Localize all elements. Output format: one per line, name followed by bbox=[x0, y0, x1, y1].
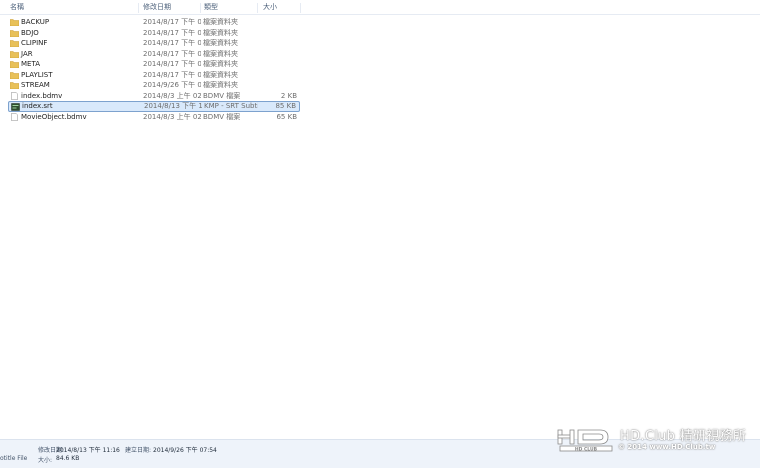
subtitle-file-icon bbox=[11, 103, 20, 111]
file-name: MovieObject.bdmv bbox=[21, 113, 87, 121]
size-label: 大小: bbox=[38, 457, 53, 464]
column-header-size[interactable]: 大小 bbox=[263, 3, 301, 13]
file-date: 2014/8/3 上午 02... bbox=[143, 113, 201, 121]
file-name: BDJO bbox=[21, 28, 39, 37]
column-header-bar: 名稱 修改日期 類型 大小 bbox=[0, 0, 760, 15]
folder-icon bbox=[10, 61, 19, 68]
file-type: 檔案資料夾 bbox=[203, 60, 238, 68]
list-item[interactable]: MovieObject.bdmv 2014/8/3 上午 02... BDMV … bbox=[8, 112, 300, 122]
file-date: 2014/8/3 上午 02... bbox=[143, 91, 201, 100]
file-type-text: otitle File bbox=[0, 455, 28, 462]
file-date: 2014/9/26 下午 0... bbox=[143, 81, 201, 89]
modified-value[interactable]: 2014/8/13 下午 11:16 bbox=[56, 445, 120, 454]
file-type: 檔案資料夾 bbox=[203, 81, 238, 89]
list-item[interactable]: PLAYLIST 2014/8/17 下午 0... 檔案資料夾 bbox=[8, 70, 300, 80]
watermark: HD CLUB HD.Club 精研視務所 © 2014 www.HD.Club… bbox=[556, 424, 760, 456]
folder-icon bbox=[10, 40, 19, 47]
list-item-selected[interactable]: index.srt 2014/8/13 下午 1... KMP - SRT Su… bbox=[8, 101, 300, 112]
file-type: 檔案資料夾 bbox=[203, 39, 238, 47]
file-date: 2014/8/17 下午 0... bbox=[143, 39, 201, 47]
folder-icon bbox=[10, 19, 19, 26]
file-size: 85 KB bbox=[275, 102, 296, 110]
folder-icon bbox=[10, 82, 19, 89]
list-item[interactable]: index.bdmv 2014/8/3 上午 02... BDMV 檔案 2 K… bbox=[8, 91, 300, 101]
file-icon bbox=[11, 91, 18, 100]
file-name: STREAM bbox=[21, 81, 50, 89]
file-type: 檔案資料夾 bbox=[203, 70, 238, 79]
watermark-subtitle: © 2014 www.HD.Club.tw bbox=[618, 443, 716, 451]
folder-icon bbox=[10, 71, 19, 79]
hd-club-logo: HD CLUB bbox=[557, 429, 613, 452]
file-name: JAR bbox=[21, 49, 33, 58]
folder-icon bbox=[10, 29, 19, 37]
file-date: 2014/8/17 下午 0... bbox=[143, 18, 201, 26]
file-date: 2014/8/17 下午 0... bbox=[143, 70, 201, 79]
list-item[interactable]: STREAM 2014/9/26 下午 0... 檔案資料夾 bbox=[8, 80, 300, 90]
column-header-type[interactable]: 類型 bbox=[204, 3, 258, 13]
file-name: META bbox=[21, 60, 40, 68]
file-type: BDMV 檔案 bbox=[203, 91, 241, 100]
file-date: 2014/8/17 下午 0... bbox=[143, 28, 201, 37]
file-size: 65 KB bbox=[276, 113, 297, 121]
file-name: PLAYLIST bbox=[21, 70, 53, 79]
folder-icon bbox=[10, 50, 19, 58]
list-item[interactable]: JAR 2014/8/17 下午 0... 檔案資料夾 bbox=[8, 49, 300, 59]
file-type: 檔案資料夾 bbox=[203, 49, 238, 58]
column-header-name[interactable]: 名稱 bbox=[10, 3, 139, 13]
file-date: 2014/8/17 下午 0... bbox=[143, 49, 201, 58]
file-name: index.srt bbox=[22, 102, 53, 110]
list-item[interactable]: META 2014/8/17 下午 0... 檔案資料夾 bbox=[8, 59, 300, 69]
column-header-modified[interactable]: 修改日期 bbox=[143, 3, 201, 13]
file-type: 檔案資料夾 bbox=[203, 18, 238, 26]
file-name: BACKUP bbox=[21, 18, 50, 26]
file-name: index.bdmv bbox=[21, 91, 63, 100]
list-item[interactable]: BDJO 2014/8/17 下午 0... 檔案資料夾 bbox=[8, 28, 300, 38]
file-date: 2014/8/17 下午 0... bbox=[143, 60, 201, 68]
created-label: 建立日期: bbox=[125, 447, 152, 454]
logo-text: HD CLUB bbox=[575, 446, 598, 452]
list-item[interactable]: BACKUP 2014/8/17 下午 0... 檔案資料夾 bbox=[8, 17, 300, 27]
file-type: KMP - SRT Subtit... bbox=[204, 102, 258, 110]
file-type: 檔案資料夾 bbox=[203, 28, 238, 37]
size-value: 84.6 KB bbox=[56, 455, 80, 462]
file-date: 2014/8/13 下午 1... bbox=[144, 102, 202, 110]
created-value[interactable]: 2014/9/26 下午 07:54 bbox=[153, 445, 217, 454]
watermark-title: HD.Club 精研視務所 bbox=[620, 429, 747, 444]
list-item[interactable]: CLIPINF 2014/8/17 下午 0... 檔案資料夾 bbox=[8, 38, 300, 48]
file-icon bbox=[11, 113, 18, 121]
file-size: 2 KB bbox=[280, 91, 297, 100]
file-type: BDMV 檔案 bbox=[203, 113, 241, 121]
file-name: CLIPINF bbox=[21, 39, 48, 47]
